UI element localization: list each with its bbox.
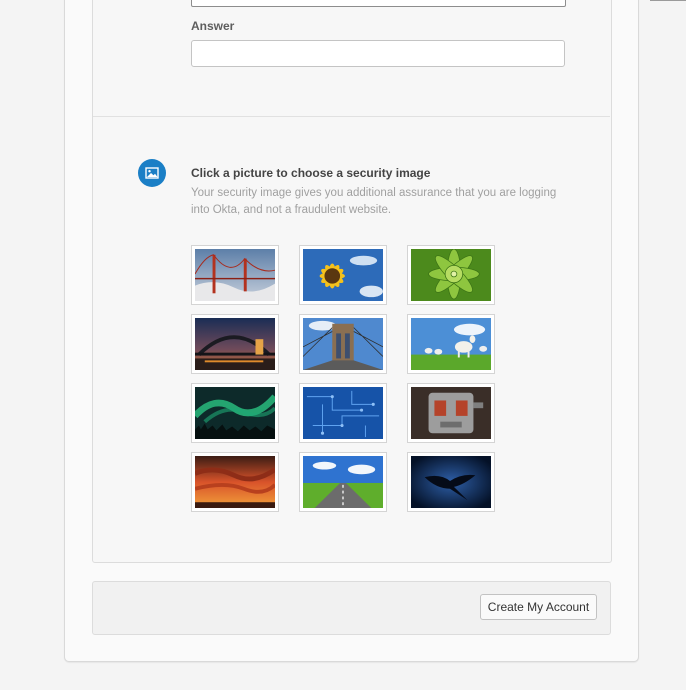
security-image-circuit-board[interactable] — [299, 383, 387, 443]
security-image-goats-in-field[interactable] — [407, 314, 495, 374]
security-image-sunflower[interactable] — [299, 245, 387, 305]
security-image-golden-gate-bridge[interactable] — [191, 245, 279, 305]
section-divider — [93, 116, 610, 117]
security-image-brooklyn-bridge[interactable] — [299, 314, 387, 374]
security-image-green-succulent[interactable] — [407, 245, 495, 305]
answer-input[interactable] — [191, 40, 565, 67]
create-account-button[interactable]: Create My Account — [480, 594, 597, 620]
security-image-manta-ray[interactable] — [407, 452, 495, 512]
security-image-aurora[interactable] — [191, 383, 279, 443]
top-rule — [650, 0, 686, 1]
answer-label: Answer — [191, 19, 235, 33]
security-image-sunset-clouds[interactable] — [191, 452, 279, 512]
security-image-robot[interactable] — [407, 383, 495, 443]
security-question-field[interactable] — [191, 0, 566, 7]
security-image-title: Click a picture to choose a security ima… — [191, 166, 431, 180]
security-image-harbour-bridge-night[interactable] — [191, 314, 279, 374]
security-image-open-road[interactable] — [299, 452, 387, 512]
image-icon — [138, 159, 166, 187]
security-image-description: Your security image gives you additional… — [191, 187, 557, 216]
